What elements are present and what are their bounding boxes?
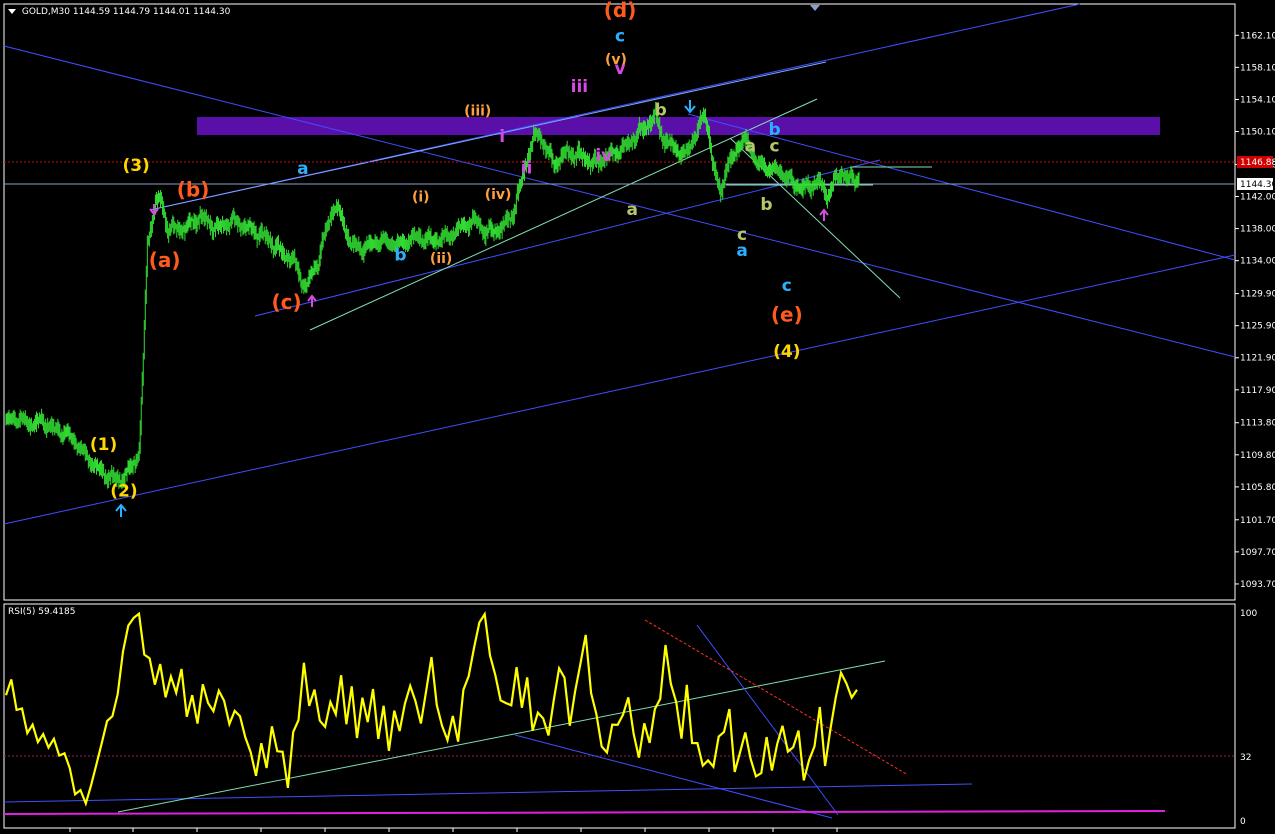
wave-label[interactable]: b [394,246,406,266]
dropdown-arrow-icon[interactable] [8,9,16,14]
price-tick-label: 1154.10 [1240,95,1275,105]
price-tick-label: 1097.70 [1240,548,1275,558]
price-tick-label: 1129.90 [1240,290,1275,300]
rsi-tick-label: 32 [1240,753,1251,763]
wave-label[interactable]: c [737,225,747,245]
price-tick-label: 1101.70 [1240,516,1275,526]
wave-label[interactable]: a [627,200,638,220]
chart-header[interactable]: GOLD,M30 1144.59 1144.79 1144.01 1144.30 [8,7,230,17]
rsi-label: RSI(5) 59.4185 [8,607,76,617]
wave-label[interactable]: b [655,100,667,120]
wave-label[interactable]: (iii) [464,103,491,119]
price-tick-label: 1117.90 [1240,386,1275,396]
symbol-label: GOLD,M30 [21,7,70,17]
rsi-tick-label: 100 [1240,609,1257,619]
price-tick-label: 1093.70 [1240,580,1275,590]
chart-root: (1)(2)(3)(4)(a)(b)(c)(d)(e)abcabc(i)(ii)… [0,0,1275,834]
wave-label[interactable]: (e) [771,303,803,327]
wave-label[interactable]: a [297,159,308,179]
price-tick-label: 1105.80 [1240,483,1275,493]
wave-label[interactable]: (1) [90,435,117,455]
price-tick-label: 1142.00 [1240,193,1275,203]
price-tick-label: 1125.90 [1240,322,1275,332]
high-price-tag: 1146.88 [1240,158,1275,168]
wave-label[interactable]: (4) [773,342,800,362]
wave-label[interactable]: c [615,27,625,47]
wave-label[interactable]: (a) [149,248,181,272]
wave-label[interactable]: (iv) [485,187,512,203]
ohlc-values: 1144.59 1144.79 1144.01 1144.30 [72,7,231,17]
wave-label[interactable]: (2) [110,482,137,502]
price-tick-label: 1121.90 [1240,354,1275,364]
price-tick-label: 1162.10 [1240,31,1275,41]
wave-label[interactable]: c [782,276,792,296]
wave-label[interactable]: v [615,59,626,79]
resistance-zone[interactable] [197,117,1160,135]
price-tick-label: 1150.10 [1240,128,1275,138]
rsi-tick-label: 0 [1240,817,1246,827]
price-tick-label: 1134.00 [1240,257,1275,267]
price-tick-label: 1113.80 [1240,419,1275,429]
wave-label[interactable]: (i) [412,189,430,205]
price-tick-label: 1158.10 [1240,63,1275,73]
wave-label[interactable]: (c) [272,290,302,314]
wave-label[interactable]: ii [521,158,533,178]
wave-label[interactable]: (ii) [430,251,452,267]
wave-label[interactable]: iii [571,77,588,97]
wave-label[interactable]: iv [595,146,612,166]
wave-label[interactable]: c [770,137,780,157]
wave-label[interactable]: (b) [177,178,210,202]
wave-label[interactable]: b [760,195,772,215]
price-tick-label: 1109.80 [1240,451,1275,461]
wave-label[interactable]: i [499,127,505,147]
wave-label[interactable]: (3) [122,156,149,176]
price-tick-label: 1138.00 [1240,225,1275,235]
wave-label[interactable]: a [744,137,755,157]
current-price-tag: 1144.30 [1240,180,1275,190]
rsi-header: RSI(5) 59.4185 [8,607,75,617]
wave-label[interactable]: (d) [604,0,637,22]
